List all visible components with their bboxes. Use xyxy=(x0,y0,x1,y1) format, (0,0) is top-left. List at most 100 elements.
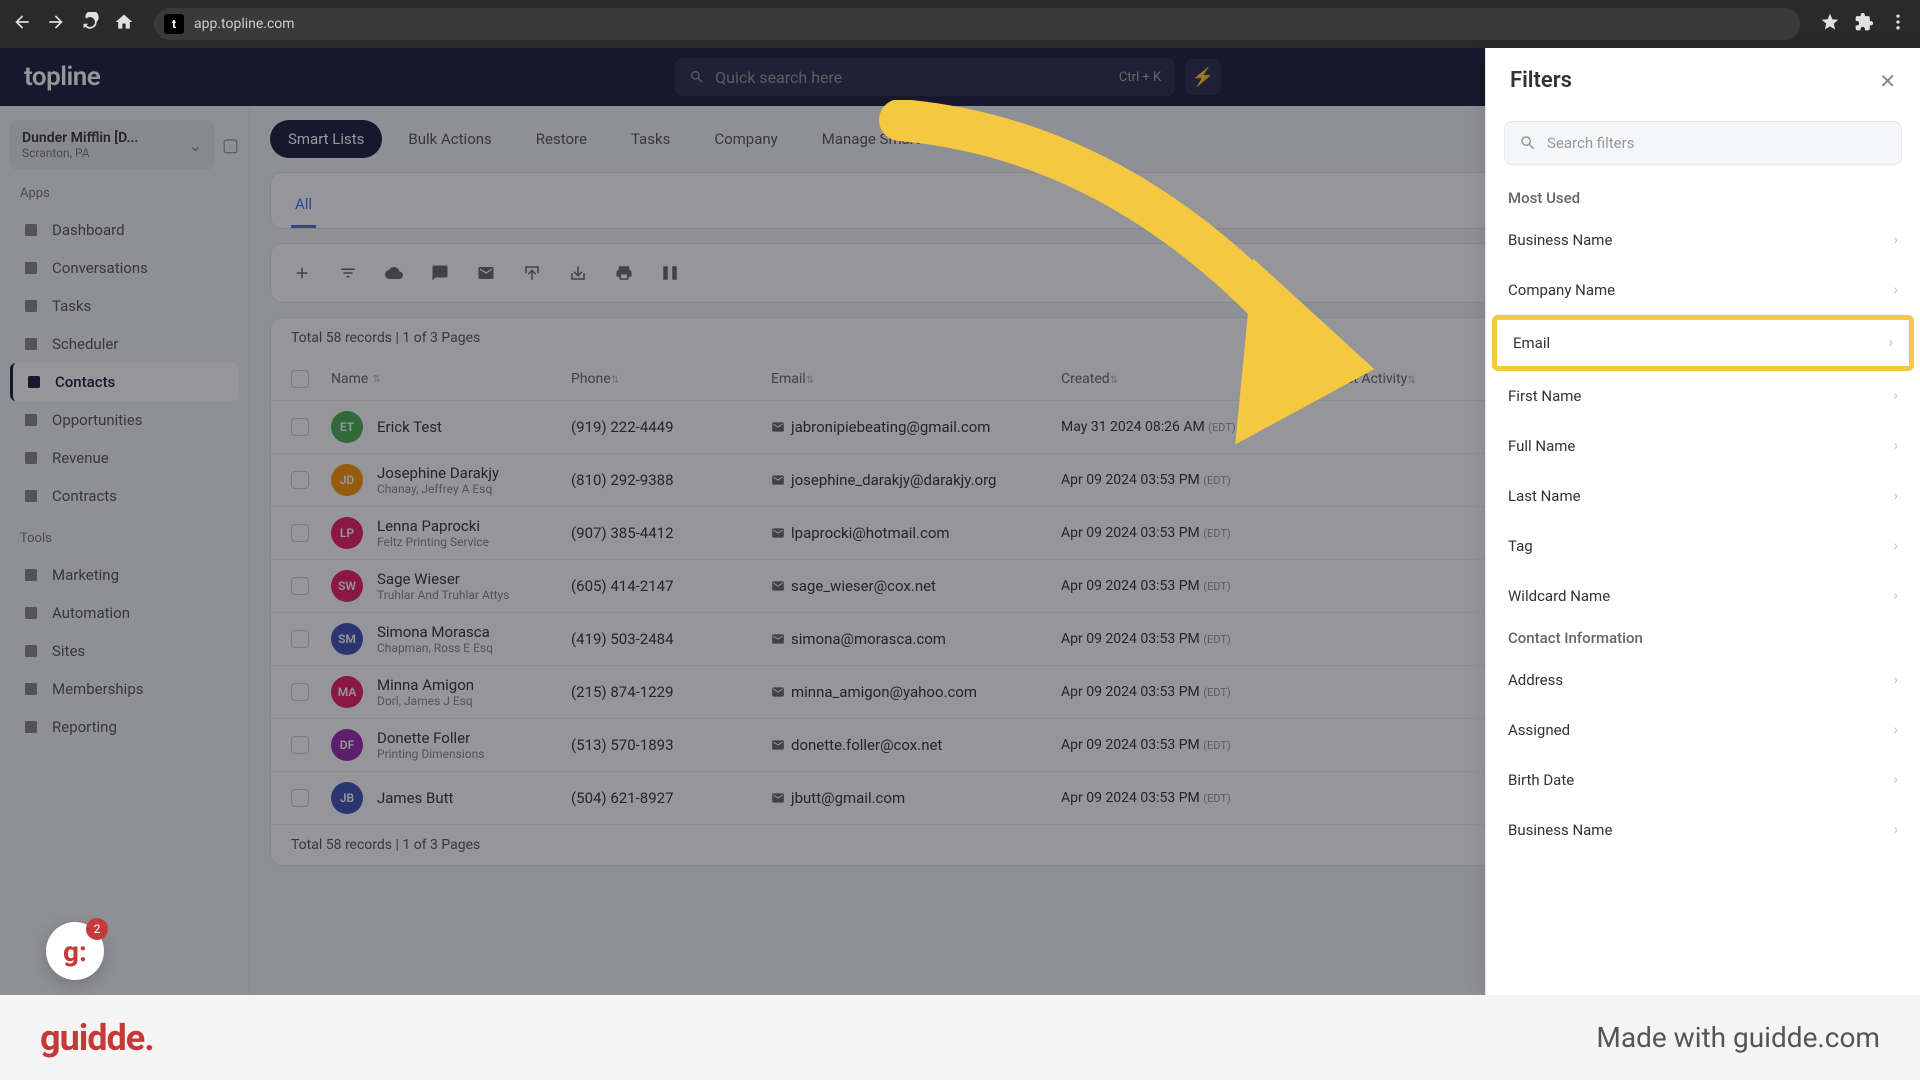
filter-icon[interactable] xyxy=(337,262,359,284)
sidebar-item-memberships[interactable]: Memberships xyxy=(10,670,239,708)
global-search[interactable]: Quick search here Ctrl + K xyxy=(675,58,1175,96)
avatar: JB xyxy=(331,782,363,814)
quick-actions-button[interactable]: ⚡ xyxy=(1185,59,1221,95)
chevron-right-icon: › xyxy=(1894,438,1898,454)
browser-right xyxy=(1820,12,1908,36)
col-phone[interactable]: Phone xyxy=(571,371,611,387)
filter-company-name[interactable]: Company Name› xyxy=(1486,265,1920,315)
extensions-icon[interactable] xyxy=(1854,12,1874,36)
favicon: t xyxy=(164,14,184,34)
col-name[interactable]: Name xyxy=(331,371,368,387)
row-checkbox[interactable] xyxy=(291,471,309,489)
sidebar-item-conversations[interactable]: Conversations xyxy=(10,249,239,287)
reload-icon[interactable] xyxy=(80,12,100,36)
email: minna_amigon@yahoo.com xyxy=(791,683,977,701)
filter-email[interactable]: Email› xyxy=(1492,315,1914,371)
guidde-badge[interactable]: g: 2 xyxy=(46,922,104,980)
mail-icon[interactable] xyxy=(475,262,497,284)
tab-all[interactable]: All xyxy=(291,187,316,228)
sidebar-item-tasks[interactable]: Tasks xyxy=(10,287,239,325)
filter-birth-date[interactable]: Birth Date› xyxy=(1486,755,1920,805)
mail-icon xyxy=(771,420,785,434)
created: May 31 2024 08:26 AM (EDT) xyxy=(1061,419,1236,435)
col-created[interactable]: Created xyxy=(1061,371,1110,387)
forward-icon[interactable] xyxy=(46,12,66,36)
contact-sub: Feltz Printing Service xyxy=(377,535,489,549)
tab-company[interactable]: Company xyxy=(696,120,795,158)
star-icon[interactable] xyxy=(1820,12,1840,36)
chevron-right-icon: › xyxy=(1889,335,1893,351)
filter-first-name[interactable]: First Name› xyxy=(1486,371,1920,421)
created: Apr 09 2024 03:53 PM (EDT) xyxy=(1061,790,1231,806)
import-icon[interactable] xyxy=(567,262,589,284)
sidebar-item-contacts[interactable]: Contacts xyxy=(10,363,239,401)
row-checkbox[interactable] xyxy=(291,630,309,648)
app-logo: topline xyxy=(24,62,100,92)
row-checkbox[interactable] xyxy=(291,736,309,754)
row-checkbox[interactable] xyxy=(291,789,309,807)
sidebar-item-contracts[interactable]: Contracts xyxy=(10,477,239,515)
avatar: DF xyxy=(331,729,363,761)
row-checkbox[interactable] xyxy=(291,577,309,595)
chevron-right-icon: › xyxy=(1894,538,1898,554)
url-bar[interactable]: t app.topline.com xyxy=(154,8,1800,40)
row-checkbox[interactable] xyxy=(291,524,309,542)
col-activity[interactable]: Last Activity xyxy=(1331,371,1407,387)
add-icon[interactable] xyxy=(291,262,313,284)
email: simona@morasca.com xyxy=(791,630,946,648)
chevron-right-icon: › xyxy=(1894,488,1898,504)
filter-wildcard-name[interactable]: Wildcard Name› xyxy=(1486,571,1920,621)
message-icon[interactable] xyxy=(429,262,451,284)
sidebar-item-scheduler[interactable]: Scheduler xyxy=(10,325,239,363)
row-checkbox[interactable] xyxy=(291,683,309,701)
avatar: SW xyxy=(331,570,363,602)
mail-icon xyxy=(771,685,785,699)
chevron-right-icon: › xyxy=(1894,772,1898,788)
gear-icon[interactable]: ⚙ xyxy=(982,121,1018,157)
panel-icon[interactable]: ▢ xyxy=(222,135,239,156)
back-icon[interactable] xyxy=(12,12,32,36)
guidde-logo: guidde. xyxy=(40,1017,154,1059)
company-selector[interactable]: Dunder Mifflin [D... Scranton, PA ⌄ xyxy=(10,120,214,170)
print-icon[interactable] xyxy=(613,262,635,284)
export-icon[interactable] xyxy=(521,262,543,284)
sidebar-item-marketing[interactable]: Marketing xyxy=(10,556,239,594)
filter-last-name[interactable]: Last Name› xyxy=(1486,471,1920,521)
col-email[interactable]: Email xyxy=(771,371,806,387)
close-icon[interactable]: ✕ xyxy=(1879,69,1896,93)
select-all-checkbox[interactable] xyxy=(291,370,309,388)
cloud-icon[interactable] xyxy=(383,262,405,284)
phone: (513) 570-1893 xyxy=(571,736,674,754)
filter-business-name[interactable]: Business Name› xyxy=(1486,215,1920,265)
sidebar-item-opportunities[interactable]: Opportunities xyxy=(10,401,239,439)
row-checkbox[interactable] xyxy=(291,418,309,436)
created: Apr 09 2024 03:53 PM (EDT) xyxy=(1061,737,1231,753)
home-icon[interactable] xyxy=(114,12,134,36)
tab-restore[interactable]: Restore xyxy=(518,120,605,158)
columns-icon[interactable] xyxy=(659,262,681,284)
tab-tasks[interactable]: Tasks xyxy=(613,120,688,158)
email: jbutt@gmail.com xyxy=(791,789,905,807)
browser-nav xyxy=(12,12,134,36)
filters-search[interactable]: Search filters xyxy=(1504,121,1902,165)
filter-tag[interactable]: Tag› xyxy=(1486,521,1920,571)
sidebar-item-revenue[interactable]: Revenue xyxy=(10,439,239,477)
filter-address[interactable]: Address› xyxy=(1486,655,1920,705)
created: Apr 09 2024 03:53 PM (EDT) xyxy=(1061,578,1231,594)
filter-business-name[interactable]: Business Name› xyxy=(1486,805,1920,855)
tab-bulk-actions[interactable]: Bulk Actions xyxy=(390,120,509,158)
chevron-right-icon: › xyxy=(1894,722,1898,738)
menu-icon[interactable] xyxy=(1888,12,1908,36)
mail-icon xyxy=(771,579,785,593)
tab-manage-smart-lists[interactable]: Manage Smart Lists xyxy=(804,120,974,158)
filter-full-name[interactable]: Full Name› xyxy=(1486,421,1920,471)
email: sage_wieser@cox.net xyxy=(791,577,936,595)
filter-assigned[interactable]: Assigned› xyxy=(1486,705,1920,755)
contact-name: Minna Amigon xyxy=(377,676,474,694)
tab-smart-lists[interactable]: Smart Lists xyxy=(270,120,382,158)
sidebar-item-sites[interactable]: Sites xyxy=(10,632,239,670)
sidebar-item-reporting[interactable]: Reporting xyxy=(10,708,239,746)
sidebar-item-automation[interactable]: Automation xyxy=(10,594,239,632)
sidebar-item-dashboard[interactable]: Dashboard xyxy=(10,211,239,249)
created: Apr 09 2024 03:53 PM (EDT) xyxy=(1061,472,1231,488)
